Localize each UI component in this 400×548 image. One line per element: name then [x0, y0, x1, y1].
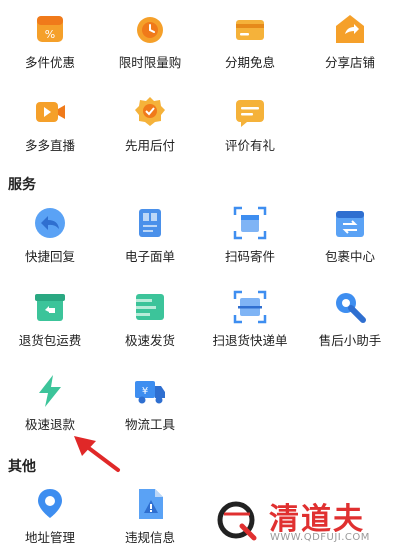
- item-label: 扫退货快递单: [212, 333, 288, 348]
- item-label: 多件优惠: [24, 55, 75, 70]
- promo-item-share-store[interactable]: 分享店铺: [300, 12, 400, 71]
- item-label: 违规信息: [124, 530, 175, 545]
- promo-item-limited-time[interactable]: 限时限量购: [100, 12, 200, 71]
- package-swap-icon: [336, 211, 364, 237]
- service-item-scan-return[interactable]: 扫退货快递单: [200, 290, 300, 349]
- item-label: 分期免息: [224, 55, 275, 70]
- item-label: 售后小助手: [318, 333, 382, 348]
- service-item-fast-refund[interactable]: 极速退款: [0, 374, 100, 433]
- lightning-icon: [39, 375, 61, 407]
- promo-item-multi-discount[interactable]: % 多件优惠: [0, 12, 100, 71]
- other-item-violation[interactable]: 违规信息: [100, 487, 200, 546]
- promo-item-live[interactable]: 多多直播: [0, 95, 100, 154]
- svg-text:%: %: [45, 28, 55, 41]
- section-title-services: 服务: [8, 177, 36, 193]
- watermark-logo-icon: [217, 501, 257, 541]
- service-item-package-center[interactable]: 包裹中心: [300, 206, 400, 265]
- item-label: 包裹中心: [324, 249, 375, 264]
- svg-text:¥: ¥: [142, 386, 148, 397]
- service-item-scan-send[interactable]: 扫码寄件: [200, 206, 300, 265]
- item-label: 极速退款: [24, 417, 75, 432]
- item-label: 地址管理: [24, 530, 75, 545]
- service-item-quick-reply[interactable]: 快捷回复: [0, 206, 100, 265]
- live-camera-icon: [36, 102, 65, 122]
- item-label: 多多直播: [24, 138, 75, 153]
- service-item-after-sales[interactable]: 售后小助手: [300, 290, 400, 349]
- section-title-other: 其他: [8, 459, 36, 475]
- watermark-url: WWW.QDFUJI.COM: [270, 532, 370, 543]
- other-item-address[interactable]: 地址管理: [0, 487, 100, 546]
- item-label: 扫码寄件: [224, 249, 275, 264]
- fast-ship-icon: [136, 294, 164, 320]
- badge-check-icon: [135, 97, 165, 126]
- item-label: 物流工具: [124, 417, 175, 432]
- discount-bag-icon: %: [37, 16, 63, 42]
- review-gift-icon: [236, 100, 264, 127]
- item-label: 电子面单: [124, 249, 175, 264]
- item-label: 限时限量购: [118, 55, 182, 70]
- item-label: 快捷回复: [24, 249, 75, 264]
- wrench-icon: [336, 293, 366, 323]
- location-pin-icon: [38, 489, 62, 518]
- promo-item-installment[interactable]: 分期免息: [200, 12, 300, 71]
- red-arrow-annotation: [74, 436, 120, 472]
- return-box-icon: [35, 294, 65, 321]
- item-label: 分享店铺: [324, 55, 375, 70]
- item-label: 评价有礼: [224, 138, 275, 153]
- share-store-icon: [336, 15, 364, 43]
- promo-item-pay-later[interactable]: 先用后付: [100, 95, 200, 154]
- delivery-truck-icon: ¥: [135, 381, 165, 404]
- warning-document-icon: [139, 489, 163, 519]
- service-item-return-shipping[interactable]: 退货包运费: [0, 290, 100, 349]
- service-item-e-waybill[interactable]: 电子面单: [100, 206, 200, 265]
- item-label: 极速发货: [124, 333, 175, 348]
- reply-icon: [35, 208, 65, 238]
- credit-card-icon: [236, 20, 264, 40]
- e-waybill-icon: [139, 209, 161, 237]
- item-label: 退货包运费: [18, 333, 82, 348]
- alarm-clock-icon: [137, 17, 163, 43]
- scan-box-icon: [233, 206, 267, 240]
- promo-item-review-gift[interactable]: 评价有礼: [200, 95, 300, 154]
- service-item-logistics-tools[interactable]: ¥ 物流工具: [100, 374, 200, 433]
- service-item-fast-ship[interactable]: 极速发货: [100, 290, 200, 349]
- item-label: 先用后付: [124, 138, 175, 153]
- scan-return-icon: [233, 290, 267, 324]
- watermark: 清道夫 WWW.QDFUJI.COM: [214, 494, 400, 548]
